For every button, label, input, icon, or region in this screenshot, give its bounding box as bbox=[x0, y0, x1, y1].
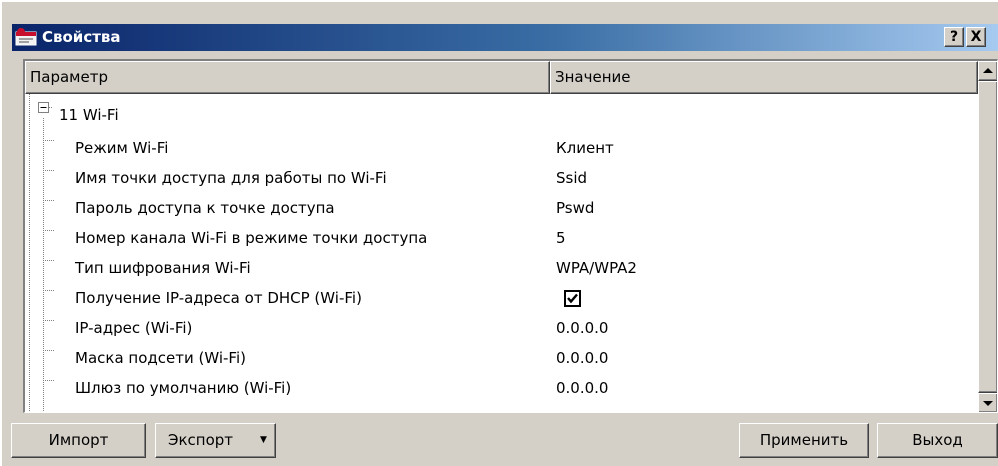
row-channel-value[interactable]: 5 bbox=[556, 228, 566, 248]
row-ip-value[interactable]: 0.0.0.0 bbox=[556, 318, 608, 338]
row-encryption-label[interactable]: Тип шифрования Wi-Fi bbox=[75, 258, 251, 278]
scroll-up-button[interactable] bbox=[978, 61, 997, 81]
row-wifi-mode-label[interactable]: Режим Wi-Fi bbox=[75, 138, 168, 158]
column-header-param[interactable]: Параметр bbox=[25, 61, 550, 94]
close-button[interactable]: X bbox=[966, 27, 986, 47]
column-header-value[interactable]: Значение bbox=[550, 61, 978, 94]
row-gateway-value[interactable]: 0.0.0.0 bbox=[556, 378, 608, 398]
vertical-scrollbar[interactable] bbox=[978, 61, 997, 412]
arrow-down-icon bbox=[983, 401, 993, 406]
scroll-thumb[interactable] bbox=[978, 81, 997, 393]
row-mask-label[interactable]: Маска подсети (Wi-Fi) bbox=[75, 348, 246, 368]
dhcp-checkbox[interactable] bbox=[564, 290, 581, 307]
apply-button[interactable]: Применить bbox=[739, 423, 869, 458]
arrow-up-icon bbox=[983, 68, 993, 73]
properties-icon bbox=[15, 28, 37, 46]
import-button[interactable]: Импорт bbox=[11, 423, 146, 458]
help-button[interactable]: ? bbox=[944, 27, 964, 47]
row-wifi-mode-value[interactable]: Клиент bbox=[556, 138, 614, 158]
checkmark-icon bbox=[567, 293, 578, 304]
row-password-value[interactable]: Pswd bbox=[556, 198, 594, 218]
export-button-label: Экспорт bbox=[168, 431, 234, 449]
dropdown-arrow-icon: ▼ bbox=[260, 435, 267, 445]
title-bar[interactable]: Свойства ? X bbox=[12, 24, 998, 51]
exit-button[interactable]: Выход bbox=[877, 423, 998, 458]
row-ssid-value[interactable]: Ssid bbox=[556, 168, 587, 188]
row-password-label[interactable]: Пароль доступа к точке доступа bbox=[75, 198, 335, 218]
row-dhcp-label[interactable]: Получение IP-адреса от DHCP (Wi-Fi) bbox=[75, 288, 362, 308]
row-mask-value[interactable]: 0.0.0.0 bbox=[556, 348, 608, 368]
row-gateway-label[interactable]: Шлюз по умолчанию (Wi-Fi) bbox=[75, 378, 291, 398]
grid-header: Параметр Значение bbox=[25, 61, 978, 94]
window-title: Свойства bbox=[42, 28, 121, 46]
scroll-down-button[interactable] bbox=[978, 393, 997, 412]
row-ip-label[interactable]: IP-адрес (Wi-Fi) bbox=[75, 318, 192, 338]
export-button[interactable]: Экспорт ▼ bbox=[155, 423, 276, 458]
row-ssid-label[interactable]: Имя точки доступа для работы по Wi-Fi bbox=[75, 168, 387, 188]
row-channel-label[interactable]: Номер канала Wi-Fi в режиме точки доступ… bbox=[75, 228, 427, 248]
group-wifi-label[interactable]: 11 Wi-Fi bbox=[59, 105, 119, 125]
row-encryption-value[interactable]: WPA/WPA2 bbox=[556, 258, 637, 278]
properties-grid[interactable]: Параметр Значение 11 Wi-Fi Режим Wi-Fi К… bbox=[23, 59, 998, 413]
properties-window: Свойства ? X Параметр Значение 11 Wi-Fi … bbox=[0, 0, 998, 466]
